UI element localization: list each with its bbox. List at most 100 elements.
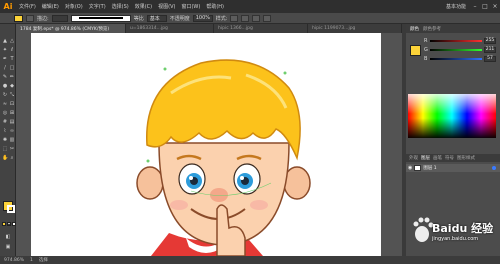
menu-window[interactable]: 窗口(W) [178, 3, 203, 10]
lasso-tool-icon[interactable]: ℓ [9, 47, 15, 53]
type-tool-icon[interactable]: T [9, 56, 15, 62]
column-graph-tool-icon[interactable]: ▥ [9, 137, 15, 143]
free-transform-tool-icon[interactable]: ⊡ [9, 101, 15, 107]
gradient-mode-swatch[interactable] [7, 222, 11, 226]
color-panel: R 255 G 211 B 57 [406, 33, 500, 63]
slice-tool-icon[interactable]: ✂ [9, 146, 15, 152]
stroke-profile-preview[interactable] [70, 14, 131, 22]
color-mode-swatch[interactable] [2, 222, 6, 226]
menu-help[interactable]: 帮助(H) [203, 3, 227, 10]
artboard-tool-icon[interactable]: ⬚ [2, 146, 8, 152]
layer-row[interactable]: ◉ 图层 1 [406, 164, 500, 172]
tab-document[interactable]: u=1863314...jpg [126, 24, 214, 33]
layer-name[interactable]: 图层 1 [423, 165, 436, 171]
brush-style-field[interactable]: 基本 [146, 14, 167, 22]
channel-value-text: 57 [487, 56, 493, 61]
menu-type[interactable]: 文字(T) [86, 3, 109, 10]
channel-value-text: 255 [485, 38, 495, 43]
rotate-tool-icon[interactable]: ↻ [2, 92, 8, 98]
pencil-tool-icon[interactable]: ✏ [9, 74, 15, 80]
tab-symbols[interactable]: 符号 [445, 155, 454, 161]
workspace-switcher[interactable]: 基本功能 [446, 3, 466, 10]
watermark-url: jingyan.baidu.com [432, 236, 479, 242]
artboard-number[interactable]: 1 [30, 258, 33, 263]
screen-mode-icon[interactable]: ▣ [5, 244, 11, 250]
minimize-icon[interactable]: – [470, 2, 480, 11]
tab-document[interactable]: hipic 1366...jpg [214, 24, 308, 33]
tab-document-active[interactable]: 1784 复制.eps* @ 974.86% (CMYK/预览) [16, 24, 126, 33]
tab-label: 1784 复制.eps* @ 974.86% (CMYK/预览) [20, 26, 110, 32]
color-row-b[interactable]: B 57 [424, 55, 498, 62]
channel-value[interactable]: 211 [484, 46, 496, 53]
shape-builder-tool-icon[interactable]: ◎ [2, 110, 8, 116]
direct-selection-tool-icon[interactable]: △ [9, 38, 15, 44]
tab-color[interactable]: 颜色 [410, 26, 419, 32]
hand-tool-icon[interactable]: ✋ [2, 155, 8, 161]
scale-tool-icon[interactable]: ⤡ [9, 92, 15, 98]
graphic-style-swatch[interactable] [230, 14, 239, 22]
fill-color-swatch[interactable] [14, 14, 23, 22]
color-row-g[interactable]: G 211 [424, 46, 498, 53]
pen-tool-icon[interactable]: ✒ [2, 56, 8, 62]
close-icon[interactable]: × [490, 2, 500, 11]
mesh-tool-icon[interactable]: # [2, 119, 8, 125]
tab-graphic-styles[interactable]: 图形样式 [457, 155, 475, 161]
layer-target-icon[interactable] [492, 166, 496, 170]
channel-slider[interactable] [430, 39, 482, 42]
paintbrush-tool-icon[interactable]: ✎ [2, 74, 8, 80]
tab-brushes[interactable]: 画笔 [433, 155, 442, 161]
transform-icon[interactable] [252, 14, 261, 22]
eraser-tool-icon[interactable]: ◆ [9, 83, 15, 89]
layers-panel-tabs: 外观 图层 画笔 符号 图形样式 [406, 154, 500, 162]
opacity-field[interactable]: 100% [192, 14, 213, 22]
menu-bar: Ai 文件(F) 编辑(E) 对象(O) 文字(T) 选择(S) 效果(C) 视… [0, 0, 500, 13]
tab-label: u=1863314...jpg [130, 26, 168, 31]
tab-layers[interactable]: 图层 [421, 155, 430, 161]
menu-edit[interactable]: 编辑(E) [39, 3, 62, 10]
line-tool-icon[interactable]: / [2, 65, 8, 71]
menu-effect[interactable]: 效果(C) [132, 3, 155, 10]
stroke-color-box[interactable] [7, 205, 15, 213]
zoom-level[interactable]: 974.86% [4, 258, 24, 263]
eyedropper-tool-icon[interactable]: ⌇ [2, 128, 8, 134]
stroke-swatch-icon[interactable] [26, 14, 34, 22]
menu-view[interactable]: 视图(V) [155, 3, 178, 10]
stroke-weight-field[interactable] [51, 14, 68, 22]
channel-label: R [424, 37, 428, 44]
drawing-mode-icon[interactable]: ◧ [5, 234, 11, 240]
perspective-grid-tool-icon[interactable]: ⊞ [9, 110, 15, 116]
channel-value[interactable]: 255 [484, 37, 496, 44]
channel-value[interactable]: 57 [484, 55, 496, 62]
tab-label: hipic 1199073...jpg [312, 26, 356, 31]
color-spectrum[interactable] [408, 94, 496, 138]
stroke-label: 描边: [37, 15, 49, 22]
tools-panel: ▲ △ ✦ ℓ ✒ T / □ ✎ ✏ ● ◆ ↻ ⤡ ≈ ⊡ ◎ ⊞ # ▤ … [0, 24, 16, 256]
maximize-icon[interactable]: □ [480, 2, 490, 11]
tab-document[interactable]: hipic 1199073...jpg [308, 24, 402, 33]
eye-icon[interactable]: ◉ [408, 165, 412, 171]
zoom-tool-icon[interactable]: ⌕ [9, 155, 15, 161]
menu-object[interactable]: 对象(O) [62, 3, 86, 10]
channel-slider[interactable] [430, 57, 482, 60]
gradient-tool-icon[interactable]: ▤ [9, 119, 15, 125]
canvas-area[interactable] [16, 33, 402, 256]
menu-select[interactable]: 选择(S) [109, 3, 132, 10]
menu-file[interactable]: 文件(F) [16, 3, 39, 10]
channel-slider[interactable] [430, 48, 482, 51]
blend-tool-icon[interactable]: ∞ [9, 128, 15, 134]
rectangle-tool-icon[interactable]: □ [9, 65, 15, 71]
tab-appearance[interactable]: 外观 [409, 155, 418, 161]
color-row-r[interactable]: R 255 [424, 37, 498, 44]
magic-wand-tool-icon[interactable]: ✦ [2, 47, 8, 53]
width-tool-icon[interactable]: ≈ [2, 101, 8, 107]
status-bar: 974.86% 1 选择 [0, 256, 500, 264]
color-panel-fill-swatch[interactable] [410, 45, 421, 56]
artboard[interactable] [31, 33, 381, 256]
blob-brush-tool-icon[interactable]: ● [2, 83, 8, 89]
align-icon[interactable] [241, 14, 250, 22]
selection-tool-icon[interactable]: ▲ [2, 38, 8, 44]
tab-color-guide[interactable]: 颜色参考 [423, 26, 441, 32]
layer-thumbnail [414, 165, 422, 171]
arrange-icon[interactable] [263, 14, 272, 22]
symbol-sprayer-tool-icon[interactable]: ✺ [2, 137, 8, 143]
